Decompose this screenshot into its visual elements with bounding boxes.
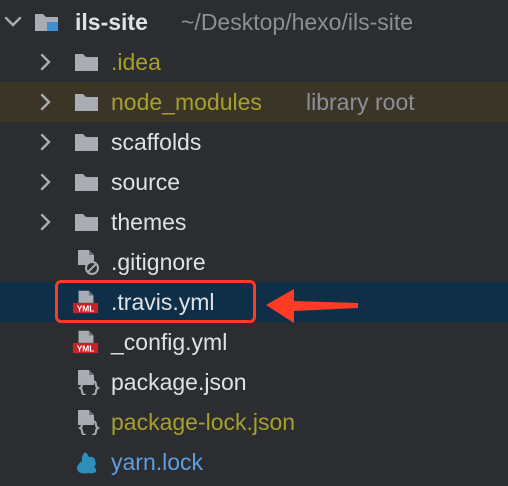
yml-file-icon: YML bbox=[72, 330, 100, 354]
json-file-icon bbox=[73, 410, 101, 435]
module-folder-icon bbox=[33, 10, 61, 34]
tree-item-source[interactable]: source bbox=[0, 162, 508, 202]
tree-item-node-modules[interactable]: node_modules library root bbox=[0, 82, 508, 122]
folder-icon bbox=[73, 50, 101, 74]
chevron-right-icon[interactable] bbox=[35, 212, 55, 232]
gitignore-file-icon bbox=[73, 250, 101, 275]
tree-item-label: .idea bbox=[111, 49, 161, 75]
tree-item-label: source bbox=[111, 169, 181, 195]
chevron-right-icon[interactable] bbox=[35, 132, 55, 152]
folder-icon bbox=[73, 90, 101, 114]
tree-item-idea[interactable]: .idea bbox=[0, 42, 508, 82]
tree-item-package-json[interactable]: package.json bbox=[0, 362, 508, 402]
folder-icon bbox=[73, 130, 101, 154]
tree-item-label: themes bbox=[111, 209, 187, 235]
tree-root-row[interactable]: ils-site ~/Desktop/hexo/ils-site bbox=[0, 2, 508, 42]
folder-icon bbox=[73, 210, 101, 234]
tree-item-config-yml[interactable]: YML _config.yml bbox=[0, 322, 508, 362]
yml-badge: YML bbox=[77, 343, 95, 353]
tree-item-label: package.json bbox=[111, 369, 247, 395]
folder-icon bbox=[73, 170, 101, 194]
pointer-arrow-icon bbox=[266, 289, 358, 323]
tree-item-themes[interactable]: themes bbox=[0, 202, 508, 242]
tree-item-label: _config.yml bbox=[111, 329, 228, 355]
tree-item-label: scaffolds bbox=[111, 129, 202, 155]
chevron-right-icon[interactable] bbox=[35, 52, 55, 72]
tree-item-package-lock-json[interactable]: package-lock.json bbox=[0, 402, 508, 442]
tree-item-scaffolds[interactable]: scaffolds bbox=[0, 122, 508, 162]
tree-item-label: package-lock.json bbox=[111, 409, 296, 435]
tree-item-yarn-lock[interactable]: yarn.lock bbox=[0, 442, 508, 482]
chevron-right-icon[interactable] bbox=[35, 172, 55, 192]
root-path: ~/Desktop/hexo/ils-site bbox=[181, 9, 414, 35]
yarn-icon bbox=[73, 450, 101, 474]
library-root-tag: library root bbox=[306, 89, 415, 115]
tree-item-label: node_modules bbox=[111, 89, 262, 115]
project-tree: ils-site ~/Desktop/hexo/ils-site .idea n… bbox=[0, 0, 508, 486]
json-file-icon bbox=[73, 370, 101, 395]
tree-item-label: .gitignore bbox=[111, 249, 206, 275]
root-name: ils-site bbox=[75, 9, 148, 35]
chevron-down-icon[interactable] bbox=[3, 12, 23, 32]
highlight-box bbox=[55, 280, 256, 323]
tree-item-gitignore[interactable]: .gitignore bbox=[0, 242, 508, 282]
chevron-right-icon[interactable] bbox=[35, 92, 55, 112]
tree-item-label: yarn.lock bbox=[111, 449, 204, 475]
